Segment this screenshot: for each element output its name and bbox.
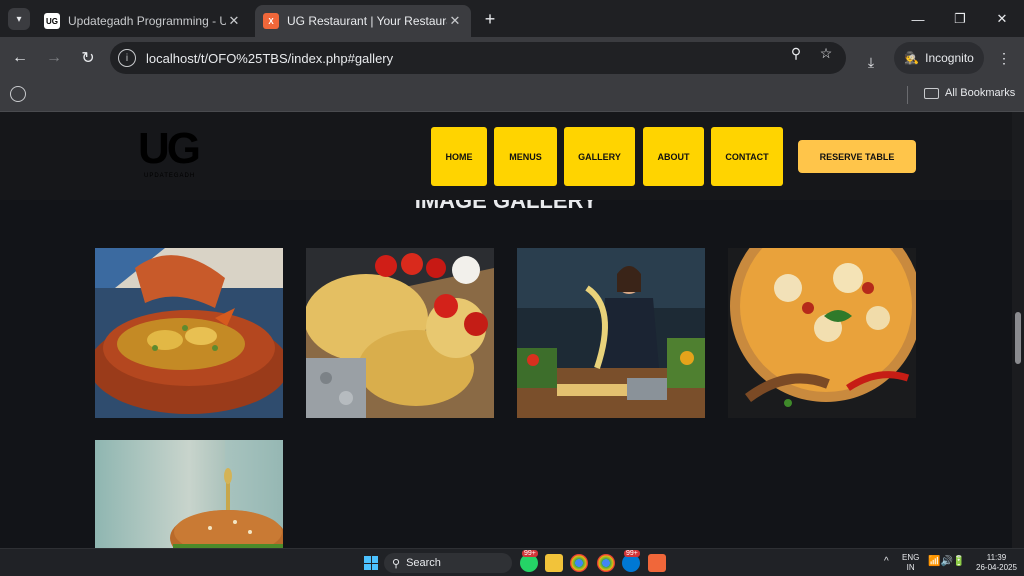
file-explorer-icon[interactable] [545,554,563,572]
windows-taskbar: ⚲ Search 99+ 99+ ^ ENG IN 📶🔊🔋 11:39 26-0… [0,548,1024,576]
url-text[interactable]: localhost/t/OFO%25TBS/index.php#gallery [146,51,393,66]
gallery-image-chef[interactable] [517,248,705,418]
folder-icon [924,87,939,99]
gallery-image-tagine[interactable] [95,248,283,418]
wifi-volume-battery-icon[interactable]: 📶🔊🔋 [928,557,965,567]
taskbar-search-label: Search [406,557,441,569]
language-top: ENG [902,553,920,562]
restore-icon[interactable]: ❐ [940,6,980,32]
forward-arrow-icon[interactable]: → [42,46,66,70]
all-bookmarks-button[interactable]: All Bookmarks [924,87,1015,99]
browser-toolbar: ← → ↻ i localhost/t/OFO%25TBS/index.php#… [0,37,1024,79]
notification-badge: 99+ [522,550,538,557]
time: 11:39 [986,553,1007,562]
tab-strip: ▾ UG Updategadh Programming - Upda ✕ X U… [0,0,1024,37]
language-bottom: IN [906,563,915,572]
more-menu-icon[interactable]: ⋮ [995,49,1013,67]
site-header: UG UPDATEGADH HOME MENUS GALLERY ABOUT C… [0,112,1012,200]
incognito-icon: 🕵 [904,51,920,65]
taskbar-search[interactable]: ⚲ Search [384,553,512,573]
new-tab-plus-icon[interactable]: + [480,9,500,29]
gallery-image-pasta[interactable] [306,248,494,418]
address-bar[interactable]: i localhost/t/OFO%25TBS/index.php#galler… [110,42,846,74]
close-icon[interactable]: ✕ [226,13,242,29]
chrome-profile-icon[interactable] [597,554,615,572]
nav-about[interactable]: ABOUT [643,127,704,186]
all-bookmarks-label: All Bookmarks [945,87,1016,99]
language-indicator[interactable]: ENG IN [902,553,919,573]
chrome-icon[interactable] [570,554,588,572]
gallery-image-pizza[interactable] [728,248,916,418]
back-arrow-icon[interactable]: ← [8,46,32,70]
nav-gallery[interactable]: GALLERY [564,127,635,186]
windows-start-icon[interactable] [362,554,380,572]
scrollbar-thumb[interactable] [1015,312,1021,364]
nav-menus[interactable]: MENUS [494,127,557,186]
nav-home[interactable]: HOME [431,127,487,186]
xampp-favicon-icon: X [263,13,279,29]
nav-contact[interactable]: CONTACT [711,127,783,186]
bookmarks-separator [907,86,908,104]
reload-icon[interactable]: ↻ [76,46,100,70]
tab-search-dropdown-icon[interactable]: ▾ [8,8,30,30]
page-viewport: IMAGE GALLERY UG UPDATEGADH HOME MENUS G… [0,112,1012,548]
clock[interactable]: 11:39 26-04-2025 [976,553,1017,573]
page-scrollbar[interactable] [1012,112,1024,548]
updategadh-favicon-icon: UG [44,13,60,29]
reserve-table-button[interactable]: RESERVE TABLE [798,140,916,173]
download-icon[interactable]: ⤓ [862,53,880,71]
incognito-indicator[interactable]: 🕵 Incognito [894,42,984,74]
incognito-label: Incognito [925,51,974,65]
gallery-image-burger[interactable] [95,440,283,548]
zoom-magnifier-icon[interactable]: ⚲ [787,44,805,62]
minimize-icon[interactable]: — [898,6,938,32]
site-info-icon[interactable]: i [118,49,136,67]
close-icon[interactable]: ✕ [447,13,463,29]
tray-chevron-icon[interactable]: ^ [884,557,889,567]
date: 26-04-2025 [976,563,1017,572]
ug-logo[interactable]: UG UPDATEGADH [138,124,212,184]
globe-icon[interactable] [10,86,26,102]
bookmarks-bar: All Bookmarks [0,79,1024,112]
search-icon: ⚲ [392,557,401,570]
tab-title: Updategadh Programming - Upda [68,14,226,28]
tab-title: UG Restaurant | Your Restaurant [287,14,447,28]
xampp-icon[interactable] [648,554,666,572]
bookmark-star-icon[interactable]: ☆ [817,44,835,62]
close-window-icon[interactable]: ✕ [982,6,1022,32]
tab-updategadh[interactable]: UG Updategadh Programming - Upda ✕ [36,5,250,37]
logo-subtext: UPDATEGADH [144,173,196,179]
tab-ug-restaurant[interactable]: X UG Restaurant | Your Restaurant ✕ [255,5,471,37]
logo-text: UG [138,124,201,173]
notification-badge: 99+ [624,550,640,557]
